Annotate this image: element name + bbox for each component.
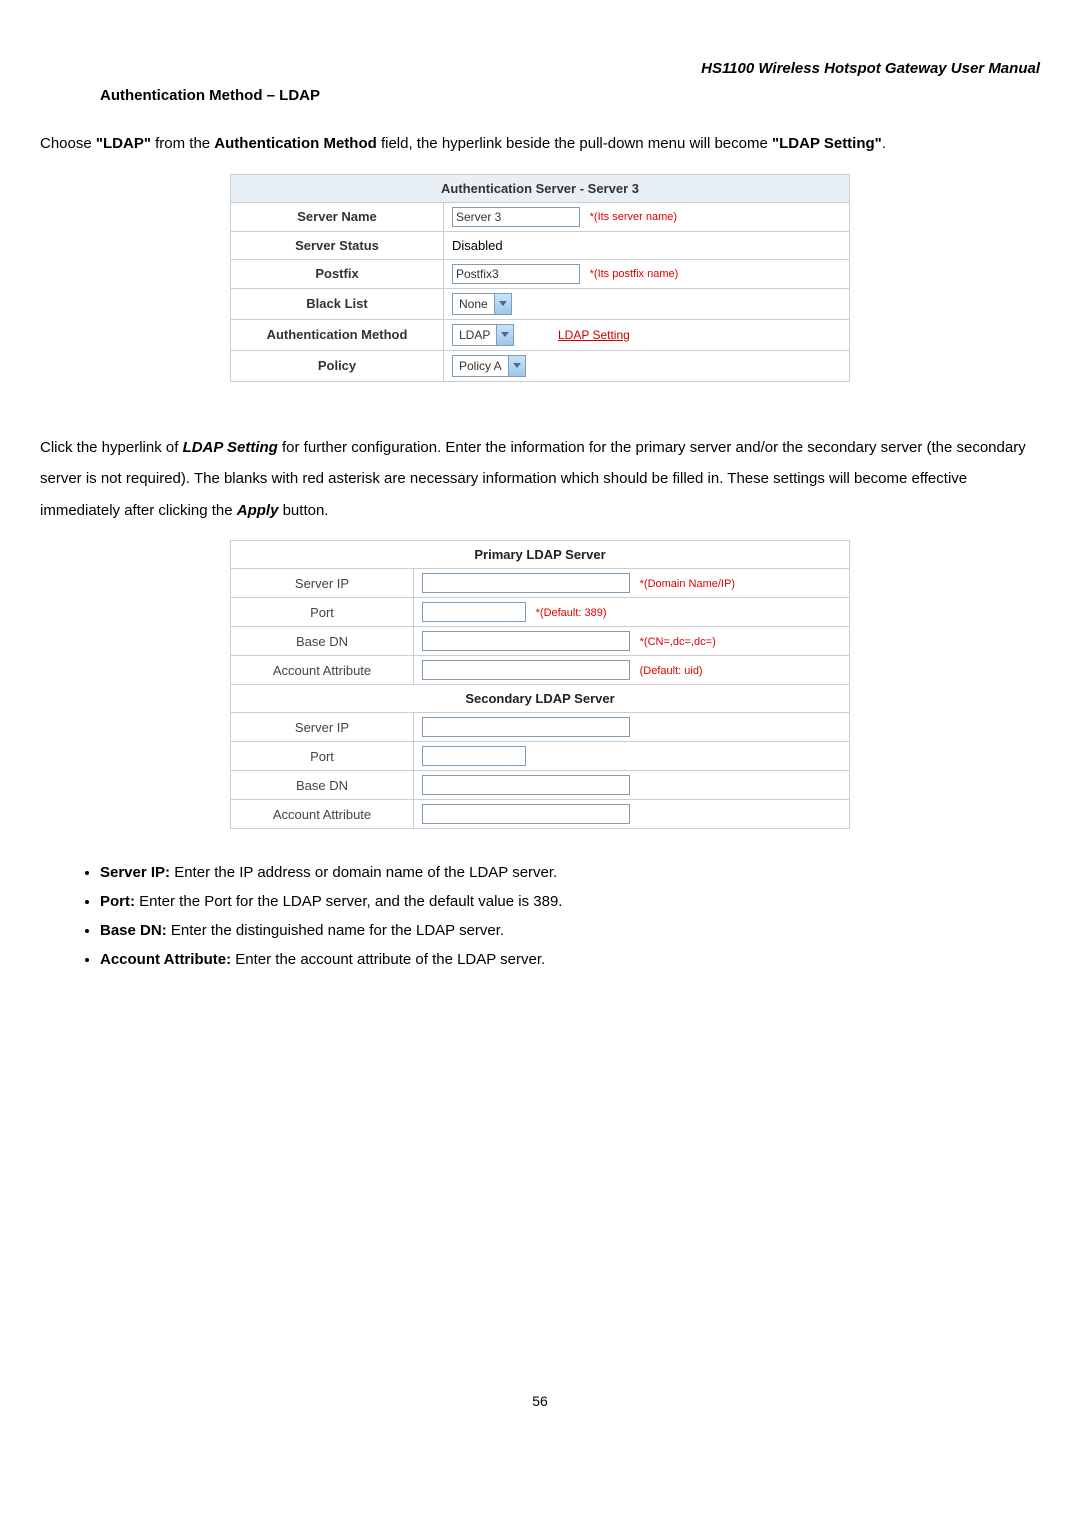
bullet-account-attr: Account Attribute: Enter the account att… [100,946,1040,973]
bullet-base-dn-desc: Enter the distinguished name for the LDA… [167,922,504,939]
policy-label: Policy [231,350,444,381]
primary-server-ip-label: Server IP [231,569,414,598]
secondary-account-attr-input[interactable] [422,804,630,824]
ldap-server-table: Primary LDAP Server Server IP *(Domain N… [230,540,850,829]
primary-ldap-caption: Primary LDAP Server [231,541,850,569]
bullet-base-dn-term: Base DN: [100,922,167,939]
primary-server-ip-hint: *(Domain Name/IP) [640,578,735,590]
server-name-label: Server Name [231,202,444,231]
bullet-base-dn: Base DN: Enter the distinguished name fo… [100,917,1040,944]
secondary-ldap-caption: Secondary LDAP Server [231,685,850,713]
bullet-port: Port: Enter the Port for the LDAP server… [100,888,1040,915]
primary-account-attr-hint: (Default: uid) [640,665,703,677]
intro-paragraph: Choose "LDAP" from the Authentication Me… [40,128,1040,160]
server-status-label: Server Status [231,231,444,259]
primary-port-label: Port [231,598,414,627]
policy-select[interactable]: Policy A [452,355,526,377]
para2-text-3: button. [278,502,328,519]
primary-port-input[interactable] [422,602,526,622]
auth-table-caption: Authentication Server - Server 3 [231,174,850,202]
chevron-down-icon [494,294,511,314]
server-name-input[interactable] [452,207,580,227]
bullet-port-term: Port: [100,893,135,910]
bullet-server-ip-term: Server IP: [100,864,170,881]
secondary-base-dn-input[interactable] [422,775,630,795]
black-list-select[interactable]: None [452,293,512,315]
secondary-server-ip-label: Server IP [231,713,414,742]
policy-selected: Policy A [453,359,508,373]
primary-port-hint: *(Default: 389) [536,607,607,619]
intro-auth-method: Authentication Method [214,135,376,152]
postfix-hint: *(Its postfix name) [590,268,679,280]
intro-text-3: field, the hyperlink beside the pull-dow… [377,135,772,152]
secondary-port-input[interactable] [422,746,526,766]
secondary-account-attr-label: Account Attribute [231,800,414,829]
black-list-selected: None [453,297,494,311]
primary-server-ip-input[interactable] [422,573,630,593]
secondary-server-ip-input[interactable] [422,717,630,737]
intro-text-4: . [882,135,886,152]
server-name-hint: *(Its server name) [590,211,677,223]
primary-base-dn-input[interactable] [422,631,630,651]
primary-base-dn-label: Base DN [231,627,414,656]
intro-text-2: from the [151,135,214,152]
bullet-account-attr-term: Account Attribute: [100,951,231,968]
page-header-title: HS1100 Wireless Hotspot Gateway User Man… [40,60,1040,77]
intro-ldap-setting-quoted: "LDAP Setting" [772,135,882,152]
primary-account-attr-input[interactable] [422,660,630,680]
postfix-label: Postfix [231,259,444,288]
bullet-port-desc: Enter the Port for the LDAP server, and … [135,893,562,910]
primary-base-dn-hint: *(CN=,dc=,dc=) [640,636,716,648]
postfix-input[interactable] [452,264,580,284]
server-status-value: Disabled [444,231,850,259]
black-list-label: Black List [231,288,444,319]
secondary-port-label: Port [231,742,414,771]
bullet-server-ip-desc: Enter the IP address or domain name of t… [170,864,557,881]
intro-ldap-quoted: "LDAP" [96,135,151,152]
auth-method-select[interactable]: LDAP [452,324,514,346]
para2-text-1: Click the hyperlink of [40,439,183,456]
para2: Click the hyperlink of LDAP Setting for … [40,432,1040,527]
auth-server-table: Authentication Server - Server 3 Server … [230,174,850,382]
chevron-down-icon [496,325,513,345]
bullet-server-ip: Server IP: Enter the IP address or domai… [100,859,1040,886]
para2-apply: Apply [237,502,279,519]
primary-account-attr-label: Account Attribute [231,656,414,685]
auth-method-selected: LDAP [453,328,496,342]
section-title: Authentication Method – LDAP [100,87,1040,104]
auth-method-label: Authentication Method [231,319,444,350]
page-number: 56 [40,1393,1040,1409]
chevron-down-icon [508,356,525,376]
ldap-setting-link[interactable]: LDAP Setting [558,328,630,342]
field-descriptions: Server IP: Enter the IP address or domai… [40,859,1040,973]
secondary-base-dn-label: Base DN [231,771,414,800]
intro-text-1: Choose [40,135,96,152]
bullet-account-attr-desc: Enter the account attribute of the LDAP … [231,951,545,968]
para2-ldap-setting: LDAP Setting [183,439,278,456]
